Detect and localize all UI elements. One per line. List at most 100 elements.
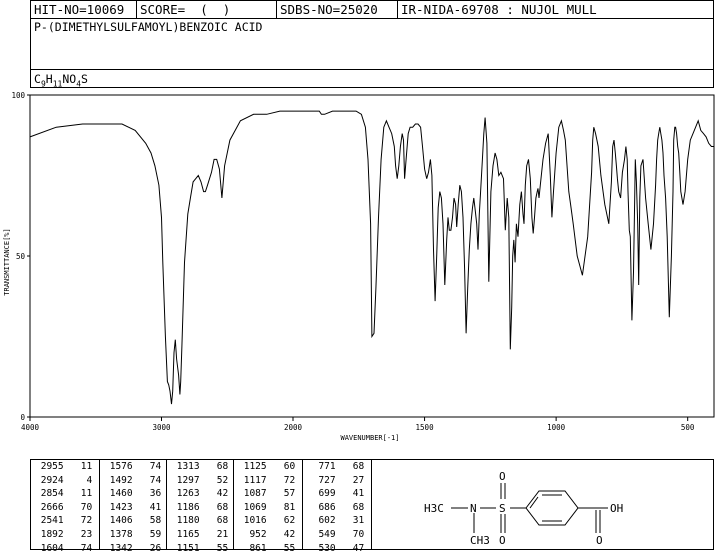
peak-transmittance: 26 <box>132 542 162 554</box>
peak-row: 1186 68 <box>167 502 233 515</box>
peak-row: 2924 4 <box>31 475 99 488</box>
peak-row: 2541 72 <box>31 515 99 528</box>
peak-wavenumber: 2924 <box>35 474 64 486</box>
peak-column: 1125 60 1117 72 1087 57 1069 81 1016 62 … <box>234 460 303 554</box>
peak-transmittance: 36 <box>132 488 162 500</box>
peak-row: 1604 74 <box>31 543 99 555</box>
peak-wavenumber: 1423 <box>104 501 133 513</box>
peak-transmittance: 58 <box>132 515 162 527</box>
peak-wavenumber: 1087 <box>238 488 267 500</box>
peak-wavenumber: 952 <box>238 528 267 540</box>
structure-panel: H3C N CH3 S O O O OH <box>372 459 714 550</box>
peak-column: 1576 74 1492 74 1460 36 1423 41 1406 58 … <box>100 460 167 554</box>
peak-transmittance: 21 <box>199 528 229 540</box>
peak-transmittance: 74 <box>132 461 162 472</box>
ir-spectrum-chart: 0 50 100 4000 3000 2000 1500 1000 500 WAVENUMBE… <box>3 91 715 442</box>
structure-label-n-methyl: CH3 <box>470 534 490 547</box>
peak-row: 952 42 <box>234 529 302 542</box>
peak-wavenumber: 771 <box>307 461 336 472</box>
peak-row: 1423 41 <box>100 502 166 515</box>
peak-wavenumber: 1180 <box>171 515 200 527</box>
spectrum-series-line <box>29 110 714 405</box>
peak-wavenumber: 1460 <box>104 488 133 500</box>
peak-row: 686 68 <box>303 502 371 515</box>
peak-column: 771 68 727 27 699 41 686 68 602 31 549 7… <box>303 460 371 554</box>
peak-wavenumber: 1263 <box>171 488 200 500</box>
peak-row: 1125 60 <box>234 461 302 474</box>
peak-row: 1460 36 <box>100 488 166 501</box>
peak-transmittance: 31 <box>335 515 365 527</box>
x-tick-label: 1000 <box>547 423 566 432</box>
peak-wavenumber: 1125 <box>238 461 267 472</box>
peak-transmittance: 55 <box>266 542 296 554</box>
peak-transmittance: 23 <box>63 528 93 540</box>
peak-transmittance: 42 <box>199 488 229 500</box>
peak-transmittance: 42 <box>266 528 296 540</box>
peak-wavenumber: 1313 <box>171 461 200 472</box>
y-axis-title: TRANSMITTANCE[%] <box>3 228 11 295</box>
peak-wavenumber: 699 <box>307 488 336 500</box>
peak-wavenumber: 2541 <box>35 515 64 527</box>
peak-row: 2666 70 <box>31 502 99 515</box>
peak-transmittance: 68 <box>199 515 229 527</box>
peak-wavenumber: 1492 <box>104 474 133 486</box>
peak-transmittance: 11 <box>63 461 93 472</box>
peak-wavenumber: 602 <box>307 515 336 527</box>
plot-frame <box>29 94 715 418</box>
peak-wavenumber: 1165 <box>171 528 200 540</box>
peak-row: 2854 11 <box>31 488 99 501</box>
peak-wavenumber: 2955 <box>35 461 64 472</box>
peak-row: 1016 62 <box>234 515 302 528</box>
peak-transmittance: 70 <box>335 528 365 540</box>
structure-label-h3c: H3C <box>424 502 444 515</box>
x-tick-label: 500 <box>681 423 695 432</box>
peak-row: 1406 58 <box>100 515 166 528</box>
structure-label-acid-o: O <box>596 534 603 547</box>
peak-wavenumber: 549 <box>307 528 336 540</box>
peak-row: 2955 11 <box>31 461 99 474</box>
peak-row: 1492 74 <box>100 475 166 488</box>
peak-transmittance: 27 <box>335 474 365 486</box>
peak-wavenumber: 530 <box>307 542 336 554</box>
molecular-structure: H3C N CH3 S O O O OH <box>424 470 623 547</box>
peak-wavenumber: 861 <box>238 542 267 554</box>
peak-row: 1069 81 <box>234 502 302 515</box>
peak-row: 727 27 <box>303 475 371 488</box>
y-tick-label: 100 <box>11 91 25 100</box>
peak-row: 1117 72 <box>234 475 302 488</box>
peak-transmittance: 74 <box>63 542 93 554</box>
peak-transmittance: 68 <box>199 461 229 472</box>
y-tick-label: 0 <box>20 413 25 422</box>
x-tick-label: 3000 <box>152 423 171 432</box>
peak-wavenumber: 1117 <box>238 474 267 486</box>
peak-row: 1180 68 <box>167 515 233 528</box>
peak-table: 2955 11 2924 4 2854 11 2666 70 2541 72 1… <box>30 459 372 554</box>
peak-transmittance: 52 <box>199 474 229 486</box>
structure-label-n: N <box>470 502 477 515</box>
peak-row: 861 55 <box>234 543 302 555</box>
peak-row: 1892 23 <box>31 529 99 542</box>
peak-transmittance: 81 <box>266 501 296 513</box>
structure-label-o-top: O <box>499 470 506 483</box>
x-tick-label: 2000 <box>284 423 303 432</box>
peak-wavenumber: 1342 <box>104 542 133 554</box>
x-tick-label: 1500 <box>416 423 435 432</box>
peak-wavenumber: 727 <box>307 474 336 486</box>
peak-wavenumber: 1576 <box>104 461 133 472</box>
peak-column: 2955 11 2924 4 2854 11 2666 70 2541 72 1… <box>31 460 100 554</box>
peak-wavenumber: 1186 <box>171 501 200 513</box>
structure-label-o-bottom: O <box>499 534 506 547</box>
peak-wavenumber: 1604 <box>35 542 64 554</box>
peak-transmittance: 68 <box>199 501 229 513</box>
peak-wavenumber: 1406 <box>104 515 133 527</box>
peak-row: 549 70 <box>303 529 371 542</box>
peak-transmittance: 62 <box>266 515 296 527</box>
x-axis-title: WAVENUMBER[-1] <box>340 434 399 442</box>
peak-wavenumber: 2666 <box>35 501 64 513</box>
peak-row: 1576 74 <box>100 461 166 474</box>
peak-transmittance: 41 <box>132 501 162 513</box>
peak-wavenumber: 1378 <box>104 528 133 540</box>
peak-transmittance: 41 <box>335 488 365 500</box>
peak-transmittance: 60 <box>266 461 296 472</box>
peak-wavenumber: 1151 <box>171 542 200 554</box>
